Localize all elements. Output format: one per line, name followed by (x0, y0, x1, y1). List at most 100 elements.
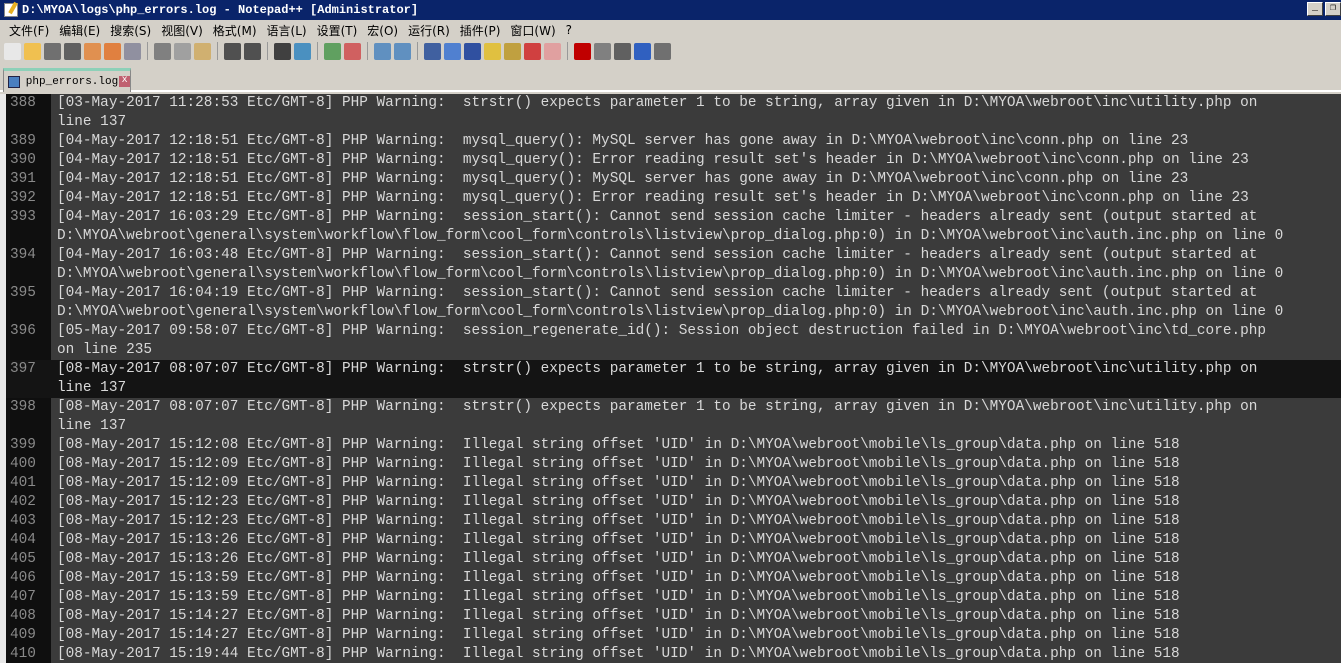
menu-item-1[interactable]: 编辑(E) (54, 22, 105, 39)
line-text: [04-May-2017 16:03:48 Etc/GMT-8] PHP War… (57, 247, 1258, 263)
user-language-icon[interactable] (484, 42, 501, 60)
editor-line[interactable]: 393 [04-May-2017 16:03:29 Etc/GMT-8] PHP … (6, 208, 1341, 227)
line-text: [08-May-2017 15:13:59 Etc/GMT-8] PHP War… (57, 570, 1180, 586)
line-number: 402 (10, 494, 36, 510)
saved-file-icon (8, 75, 20, 88)
toolbar-separator (317, 42, 318, 60)
line-text: [08-May-2017 15:19:44 Etc/GMT-8] PHP War… (57, 646, 1180, 662)
editor-line[interactable]: 397 [08-May-2017 08:07:07 Etc/GMT-8] PHP … (6, 360, 1341, 379)
menu-item-0[interactable]: 文件(F) (4, 22, 54, 39)
show-all-chars-icon[interactable] (444, 42, 461, 60)
line-text: [08-May-2017 15:14:27 Etc/GMT-8] PHP War… (57, 627, 1180, 643)
menu-bar: 文件(F) 编辑(E) 搜索(S) 视图(V) 格式(M) 语言(L) 设置(T) 宏(O) 运… (0, 20, 577, 40)
text-editor[interactable]: 388 [03-May-2017 11:28:53 Etc/GMT-8] PHP … (0, 94, 1341, 663)
editor-line[interactable]: 403 [08-May-2017 15:12:23 Etc/GMT-8] PHP … (6, 512, 1341, 531)
editor-line[interactable]: 389 [04-May-2017 12:18:51 Etc/GMT-8] PHP … (6, 132, 1341, 151)
menu-item-8[interactable]: 运行(R) (403, 22, 455, 39)
play-macro-icon[interactable] (614, 42, 631, 60)
menu-item-11[interactable]: ? (561, 23, 577, 37)
redo-icon[interactable] (244, 42, 261, 60)
editor-line[interactable]: 400 [08-May-2017 15:12:09 Etc/GMT-8] PHP … (6, 455, 1341, 474)
sync-vertical-icon[interactable] (374, 42, 391, 60)
menu-item-9[interactable]: 插件(P) (455, 22, 506, 39)
editor-line-wrap[interactable]: line 137 (6, 379, 1341, 398)
folder-workspace-icon[interactable] (544, 42, 561, 60)
line-text: line 137 (57, 114, 127, 130)
record-macro-icon[interactable] (574, 42, 591, 60)
editor-line[interactable]: 401 [08-May-2017 15:12:09 Etc/GMT-8] PHP … (6, 474, 1341, 493)
editor-line[interactable]: 390 [04-May-2017 12:18:51 Etc/GMT-8] PHP … (6, 151, 1341, 170)
find-icon[interactable] (274, 42, 291, 60)
tab-label: php_errors.log (25, 75, 119, 88)
editor-line[interactable]: 408 [08-May-2017 15:14:27 Etc/GMT-8] PHP … (6, 607, 1341, 626)
editor-line[interactable]: 406 [08-May-2017 15:13:59 Etc/GMT-8] PHP … (6, 569, 1341, 588)
undo-icon[interactable] (224, 42, 241, 60)
word-wrap-icon[interactable] (424, 42, 441, 60)
paste-icon[interactable] (194, 42, 211, 60)
window-title: D:\MYOA\logs\php_errors.log - Notepad++ … (22, 3, 419, 17)
replace-icon[interactable] (294, 42, 311, 60)
menu-item-10[interactable]: 窗口(W) (505, 22, 560, 39)
line-text: D:\MYOA\webroot\general\system\workflow\… (57, 304, 1284, 320)
line-number: 406 (10, 570, 36, 586)
restore-button[interactable]: ❐ (1325, 2, 1341, 16)
line-number (6, 265, 51, 284)
line-number (6, 417, 51, 436)
editor-line[interactable]: 395 [04-May-2017 16:04:19 Etc/GMT-8] PHP … (6, 284, 1341, 303)
editor-line[interactable]: 410 [08-May-2017 15:19:44 Etc/GMT-8] PHP … (6, 645, 1341, 663)
menu-item-7[interactable]: 宏(O) (362, 22, 403, 39)
zoom-in-icon[interactable] (324, 42, 341, 60)
run-macro-multiple-icon[interactable] (634, 42, 651, 60)
editor-line[interactable]: 409 [08-May-2017 15:14:27 Etc/GMT-8] PHP … (6, 626, 1341, 645)
line-text: on line 235 (57, 342, 152, 358)
menu-item-2[interactable]: 搜索(S) (105, 22, 156, 39)
close-all-icon[interactable] (104, 42, 121, 60)
save-macro-icon[interactable] (654, 42, 671, 60)
line-text: [03-May-2017 11:28:53 Etc/GMT-8] PHP War… (57, 95, 1258, 111)
minimize-button[interactable]: _ (1307, 2, 1323, 16)
editor-line[interactable]: 391 [04-May-2017 12:18:51 Etc/GMT-8] PHP … (6, 170, 1341, 189)
zoom-out-icon[interactable] (344, 42, 361, 60)
save-all-icon[interactable] (64, 42, 81, 60)
editor-line-wrap[interactable]: line 137 (6, 113, 1341, 132)
menu-item-6[interactable]: 设置(T) (312, 22, 363, 39)
doc-map-icon[interactable] (504, 42, 521, 60)
editor-line[interactable]: 404 [08-May-2017 15:13:26 Etc/GMT-8] PHP … (6, 531, 1341, 550)
close-tab-icon[interactable]: x (119, 76, 130, 87)
copy-icon[interactable] (174, 42, 191, 60)
line-number (6, 227, 51, 246)
stop-macro-icon[interactable] (594, 42, 611, 60)
editor-line[interactable]: 402 [08-May-2017 15:12:23 Etc/GMT-8] PHP … (6, 493, 1341, 512)
line-text: line 137 (57, 380, 127, 396)
sync-horizontal-icon[interactable] (394, 42, 411, 60)
editor-line[interactable]: 398 [08-May-2017 08:07:07 Etc/GMT-8] PHP … (6, 398, 1341, 417)
menu-item-5[interactable]: 语言(L) (262, 22, 312, 39)
editor-line[interactable]: 396 [05-May-2017 09:58:07 Etc/GMT-8] PHP … (6, 322, 1341, 341)
close-icon[interactable] (84, 42, 101, 60)
print-icon[interactable] (124, 42, 141, 60)
editor-line[interactable]: 388 [03-May-2017 11:28:53 Etc/GMT-8] PHP … (6, 94, 1341, 113)
line-text: [04-May-2017 16:04:19 Etc/GMT-8] PHP War… (57, 285, 1258, 301)
editor-line-wrap[interactable]: on line 235 (6, 341, 1341, 360)
cut-icon[interactable] (154, 42, 171, 60)
menu-item-4[interactable]: 格式(M) (208, 22, 262, 39)
line-number: 394 (10, 247, 36, 263)
line-number (6, 113, 51, 132)
open-file-icon[interactable] (24, 42, 41, 60)
new-file-icon[interactable] (4, 42, 21, 60)
function-list-icon[interactable] (524, 42, 541, 60)
toolbar-separator (267, 42, 268, 60)
editor-line-wrap[interactable]: line 137 (6, 417, 1341, 436)
editor-line[interactable]: 392 [04-May-2017 12:18:51 Etc/GMT-8] PHP … (6, 189, 1341, 208)
editor-line[interactable]: 399 [08-May-2017 15:12:08 Etc/GMT-8] PHP … (6, 436, 1341, 455)
editor-line[interactable]: 407 [08-May-2017 15:13:59 Etc/GMT-8] PHP … (6, 588, 1341, 607)
editor-line[interactable]: 394 [04-May-2017 16:03:48 Etc/GMT-8] PHP … (6, 246, 1341, 265)
indent-guide-icon[interactable] (464, 42, 481, 60)
editor-line-wrap[interactable]: D:\MYOA\webroot\general\system\workflow\… (6, 227, 1341, 246)
editor-line-wrap[interactable]: D:\MYOA\webroot\general\system\workflow\… (6, 265, 1341, 284)
menu-item-3[interactable]: 视图(V) (156, 22, 208, 39)
editor-line[interactable]: 405 [08-May-2017 15:13:26 Etc/GMT-8] PHP … (6, 550, 1341, 569)
save-icon[interactable] (44, 42, 61, 60)
tab-php-errors-log[interactable]: php_errors.log x (3, 68, 131, 92)
editor-line-wrap[interactable]: D:\MYOA\webroot\general\system\workflow\… (6, 303, 1341, 322)
